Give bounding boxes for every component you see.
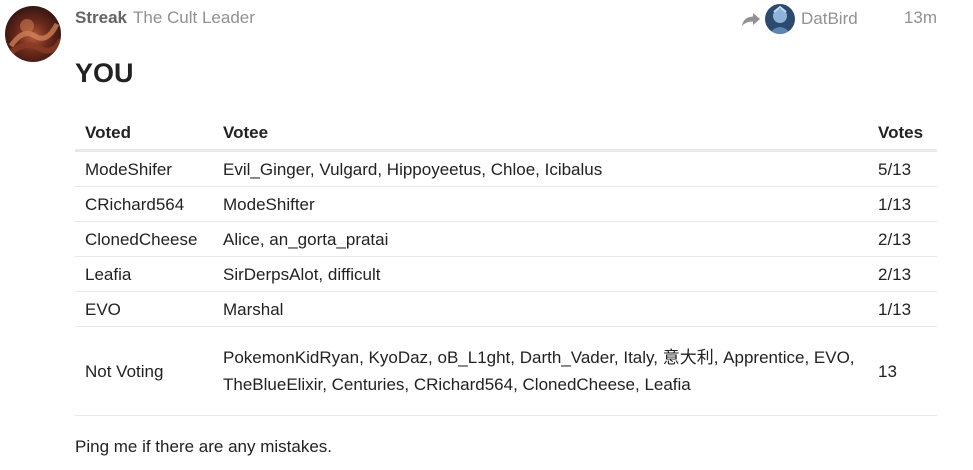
reply-user-avatar bbox=[765, 4, 795, 34]
votee-cell: Alice, an_gorta_pratai bbox=[213, 221, 868, 257]
vote-count-table: Voted Votee Votes ModeShifer Evil_Ginger… bbox=[75, 116, 937, 416]
header-votee: Votee bbox=[213, 116, 868, 152]
voted-cell: CRichard564 bbox=[75, 186, 213, 222]
votes-cell: 1/13 bbox=[868, 186, 937, 222]
user-title: The Cult Leader bbox=[132, 8, 255, 27]
votes-cell: 2/13 bbox=[868, 221, 937, 257]
post-age[interactable]: 13m bbox=[904, 8, 937, 28]
username[interactable]: Streak bbox=[75, 8, 127, 27]
voted-cell: Not Voting bbox=[75, 326, 213, 416]
table-row: ModeShifer Evil_Ginger, Vulgard, Hippoye… bbox=[75, 150, 937, 187]
votes-cell: 5/13 bbox=[868, 150, 937, 187]
table-row: CRichard564 ModeShifter 1/13 bbox=[75, 186, 937, 222]
table-row: ClonedCheese Alice, an_gorta_pratai 2/13 bbox=[75, 221, 937, 257]
header-votes: Votes bbox=[868, 116, 937, 152]
votes-cell: 13 bbox=[868, 326, 937, 416]
voted-cell: EVO bbox=[75, 291, 213, 327]
post-heading: YOU bbox=[75, 58, 134, 88]
votee-cell: Evil_Ginger, Vulgard, Hippoyeetus, Chloe… bbox=[213, 150, 868, 187]
reply-to-tab[interactable]: DatBird bbox=[741, 4, 858, 34]
voted-cell: ModeShifer bbox=[75, 150, 213, 187]
votee-cell: SirDerpsAlot, difficult bbox=[213, 256, 868, 292]
header-voted: Voted bbox=[75, 116, 213, 152]
post-footer-text: Ping me if there are any mistakes. bbox=[75, 437, 333, 456]
post-header: Streak The Cult Leader bbox=[75, 8, 255, 30]
votee-cell: PokemonKidRyan, KyoDaz, oB_L1ght, Darth_… bbox=[213, 326, 868, 416]
voted-cell: ClonedCheese bbox=[75, 221, 213, 257]
reply-username: DatBird bbox=[801, 9, 858, 28]
user-avatar-image bbox=[5, 6, 61, 62]
votee-cell: Marshal bbox=[213, 291, 868, 327]
table-row: Leafia SirDerpsAlot, difficult 2/13 bbox=[75, 256, 937, 292]
forum-post: Streak The Cult Leader DatBird 13m YOU Vo… bbox=[0, 0, 973, 470]
table-row-not-voting: Not Voting PokemonKidRyan, KyoDaz, oB_L1… bbox=[75, 326, 937, 416]
reply-arrow-icon bbox=[742, 13, 760, 26]
table-header-row: Voted Votee Votes bbox=[75, 116, 937, 152]
votes-cell: 1/13 bbox=[868, 291, 937, 327]
voted-cell: Leafia bbox=[75, 256, 213, 292]
votee-cell: ModeShifter bbox=[213, 186, 868, 222]
votes-cell: 2/13 bbox=[868, 256, 937, 292]
user-avatar[interactable] bbox=[5, 6, 61, 62]
reply-user-avatar-image bbox=[765, 4, 795, 34]
table-row: EVO Marshal 1/13 bbox=[75, 291, 937, 327]
